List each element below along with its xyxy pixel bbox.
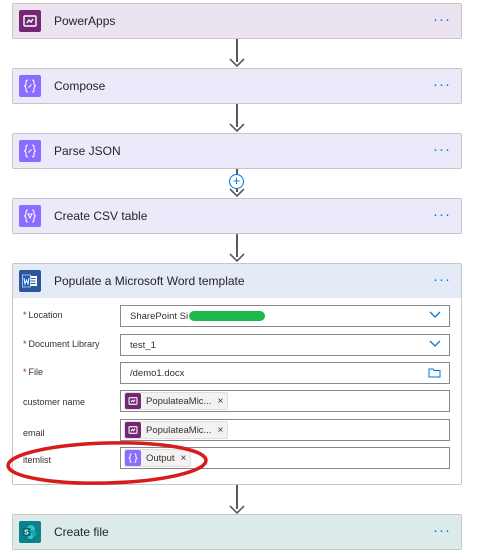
step-card-create-csv-table[interactable]: Create CSV table ··· (12, 198, 462, 234)
expression-icon (19, 75, 41, 97)
arrow-down-icon (229, 58, 245, 68)
location-dropdown[interactable]: SharePoint Si (120, 305, 450, 327)
step-title: Create CSV table (54, 209, 148, 223)
expression-icon (19, 140, 41, 162)
required-marker: * (23, 339, 27, 349)
folder-icon[interactable] (428, 367, 441, 378)
table-icon (19, 205, 41, 227)
more-options-button[interactable]: ··· (433, 207, 451, 222)
arrow-down-icon (229, 253, 245, 263)
location-value: SharePoint Si (130, 310, 189, 322)
required-marker: * (23, 367, 27, 377)
step-card-compose[interactable]: Compose ··· (12, 68, 462, 104)
more-options-button[interactable]: ··· (433, 272, 451, 287)
token-label: PopulateaMic... (146, 395, 212, 407)
step-header[interactable]: Parse JSON ··· (13, 134, 461, 168)
step-title: PowerApps (54, 14, 116, 28)
token-label: PopulateaMic... (146, 424, 212, 436)
location-label-text: Location (28, 310, 63, 320)
step-header[interactable]: Compose ··· (13, 69, 461, 103)
powerapps-icon (19, 10, 41, 32)
step-title: Parse JSON (54, 144, 121, 158)
remove-token-button[interactable]: × (217, 425, 223, 436)
file-label: * File (23, 367, 43, 377)
more-options-button[interactable]: ··· (433, 142, 451, 157)
chevron-down-icon (429, 311, 441, 318)
document-library-label: * Document Library (23, 339, 100, 349)
svg-text:S: S (24, 530, 29, 537)
customer-name-label: customer name (23, 397, 86, 407)
file-value: /demo1.docx (130, 367, 185, 379)
remove-token-button[interactable]: × (217, 396, 223, 407)
file-picker[interactable]: /demo1.docx (120, 362, 450, 384)
step-header[interactable]: Create CSV table ··· (13, 199, 461, 233)
more-options-button[interactable]: ··· (433, 77, 451, 92)
dynamic-content-token[interactable]: PopulateaMic... × (124, 392, 229, 410)
document-library-label-text: Document Library (28, 339, 100, 349)
file-label-text: File (28, 367, 44, 377)
step-title: Compose (54, 79, 106, 93)
powerapps-icon (125, 393, 141, 409)
step-title: Populate a Microsoft Word template (54, 274, 245, 288)
more-options-button[interactable]: ··· (433, 12, 451, 27)
required-marker: * (23, 310, 27, 320)
sharepoint-icon: S (19, 521, 41, 543)
arrow-down-icon (229, 188, 245, 198)
step-title: Create file (54, 525, 109, 539)
step-card-create-file[interactable]: S Create file ··· (12, 514, 462, 550)
location-label: * Location (23, 310, 63, 320)
arrow-down-icon (229, 123, 245, 133)
step-header[interactable]: Populate a Microsoft Word template ··· (13, 264, 461, 298)
chevron-down-icon (429, 340, 441, 347)
powerapps-icon (125, 422, 141, 438)
add-step-button[interactable]: + (229, 174, 244, 189)
document-library-value: test_1 (130, 339, 156, 351)
word-icon (19, 270, 41, 292)
step-card-powerapps[interactable]: PowerApps ··· (12, 3, 462, 39)
customer-name-field[interactable]: PopulateaMic... × (120, 390, 450, 412)
step-header[interactable]: PowerApps ··· (13, 4, 461, 38)
step-card-parse-json[interactable]: Parse JSON ··· (12, 133, 462, 169)
more-options-button[interactable]: ··· (433, 523, 451, 538)
annotation-ellipse (6, 441, 208, 485)
step-header[interactable]: S Create file ··· (13, 515, 461, 549)
redaction-highlight (189, 311, 266, 321)
document-library-dropdown[interactable]: test_1 (120, 334, 450, 356)
